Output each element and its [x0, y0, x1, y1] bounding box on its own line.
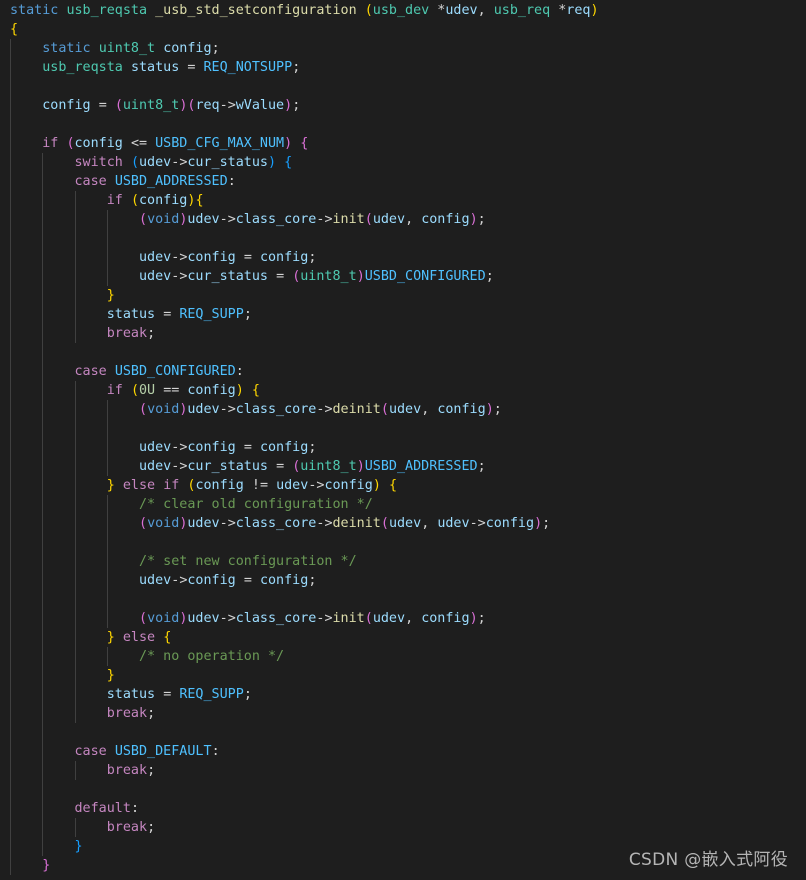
code-line: status = REQ_SUPP; — [106, 687, 252, 702]
code-line: if (config <= USBD_CFG_MAX_NUM) { — [42, 136, 309, 151]
code-line: break; — [106, 763, 156, 778]
code-line: (void)udev->class_core->init(udev, confi… — [139, 611, 486, 626]
code-line: break; — [106, 820, 156, 835]
code-line: } else { — [106, 630, 172, 645]
code-line: case USBD_DEFAULT: — [74, 744, 220, 759]
code-line: status = REQ_SUPP; — [106, 307, 252, 322]
watermark: CSDN @嵌入式阿役 — [628, 850, 788, 870]
code-line: static usb_reqsta _usb_std_setconfigurat… — [10, 3, 599, 18]
code-line: udev->config = config; — [139, 250, 317, 265]
code-line: break; — [106, 326, 156, 341]
code-line: usb_reqsta status = REQ_NOTSUPP; — [42, 60, 301, 75]
code-line: case USBD_CONFIGURED: — [74, 364, 244, 379]
code-line: if (config){ — [106, 193, 204, 208]
code-line: (void)udev->class_core->deinit(udev, con… — [139, 402, 502, 417]
code-line: /* set new configuration */ — [139, 554, 357, 569]
code-line: switch (udev->cur_status) { — [74, 155, 293, 170]
code-line: udev->config = config; — [139, 573, 317, 588]
code-line: } — [106, 668, 115, 683]
code-line: /* clear old configuration */ — [139, 497, 373, 512]
code-line: case USBD_ADDRESSED: — [74, 174, 236, 189]
code-line: } — [106, 288, 115, 303]
code-line: static uint8_t config; — [42, 41, 220, 56]
code-line: udev->cur_status = (uint8_t)USBD_ADDRESS… — [139, 459, 486, 474]
code-line: (void)udev->class_core->deinit(udev, ude… — [139, 516, 551, 531]
code-line: udev->cur_status = (uint8_t)USBD_CONFIGU… — [139, 269, 494, 284]
code-line: if (0U == config) { — [106, 383, 260, 398]
code-line: { — [10, 22, 19, 37]
code-line: (void)udev->class_core->init(udev, confi… — [139, 212, 486, 227]
code-line: default: — [74, 801, 140, 816]
code-line: config = (uint8_t)(req->wValue); — [42, 98, 301, 113]
code-editor[interactable]: static usb_reqsta _usb_std_setconfigurat… — [0, 0, 806, 880]
code-line: break; — [106, 706, 156, 721]
code-line: udev->config = config; — [139, 440, 317, 455]
code-line: /* no operation */ — [139, 649, 285, 664]
code-line: } else if (config != udev->config) { — [106, 478, 397, 493]
